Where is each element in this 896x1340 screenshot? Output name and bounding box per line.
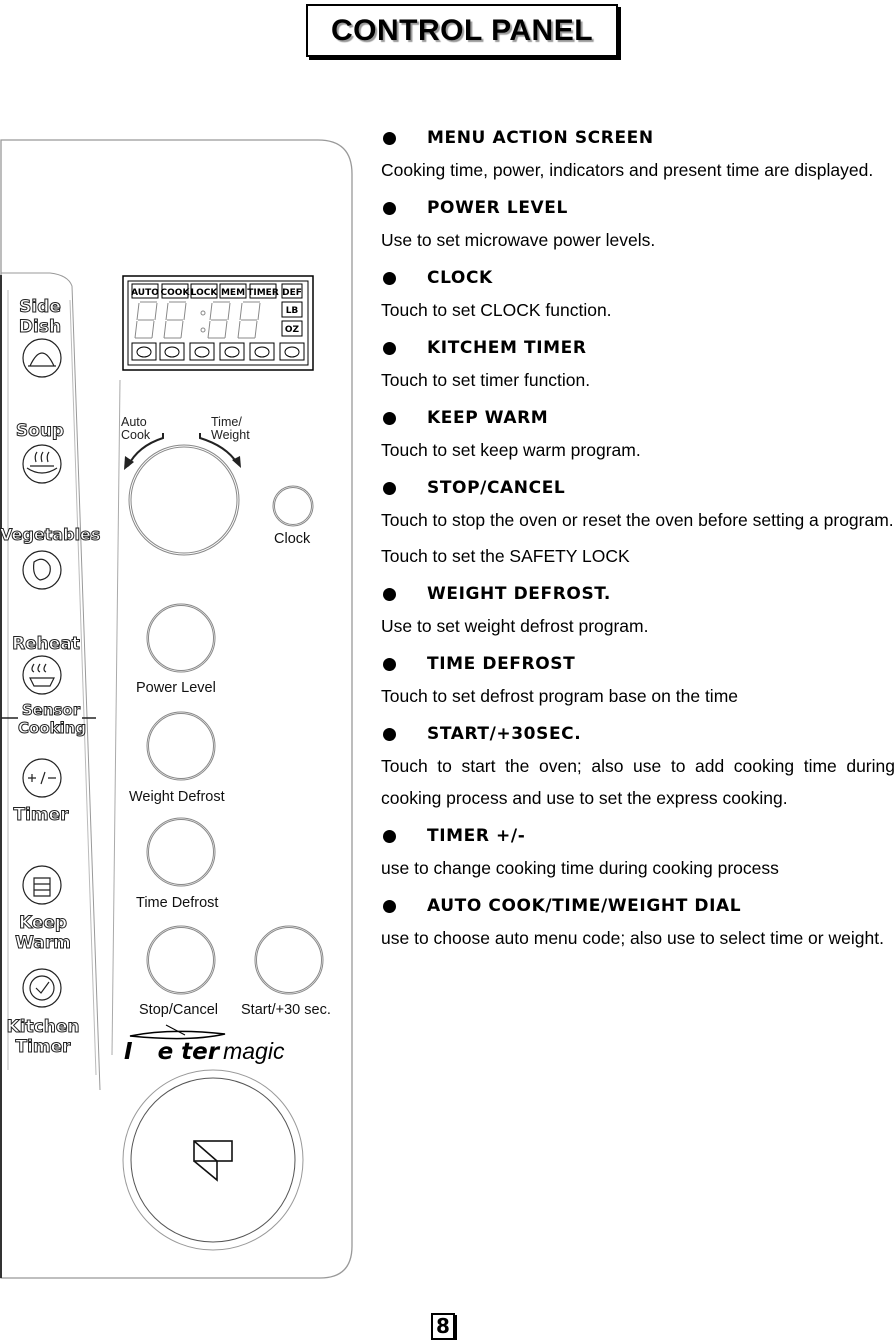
side-dish-button[interactable] [22,338,62,378]
bullet-icon [383,899,396,913]
description-item: WEIGHT DEFROST. Use to set weight defrost… [381,582,895,642]
description-body: Touch to set CLOCK function. [381,300,612,320]
timer-label: Timer [13,805,69,826]
start-30-label: Start/+30 sec. [241,1002,331,1018]
description-item: MENU ACTION SCREEN Cooking time, power, i… [381,126,895,186]
description-heading: KEEP WARM [427,408,549,428]
auto-cook-label: Auto Cook [121,415,151,442]
description-heading-row: CLOCK [381,266,895,290]
description-body: Touch to set the SAFETY LOCK [381,546,630,566]
description-heading: CLOCK [427,268,493,288]
bullet-icon [383,481,396,495]
description-heading-row: STOP/CANCEL [381,476,895,500]
bullet-icon [383,131,396,145]
description-heading: TIMER +/- [427,826,526,846]
kitchen-timer-label: Kitchen Timer [6,1017,80,1058]
description-body: Cooking time, power, indicators and pres… [381,160,874,180]
weight-defrost-label: Weight Defrost [129,789,225,805]
bullet-icon [383,271,396,285]
description-heading: WEIGHT DEFROST. [427,584,611,604]
description-heading: STOP/CANCEL [427,478,566,498]
vegetables-button[interactable] [22,550,62,590]
description-item: AUTO COOK/TIME/WEIGHT DIAL use to choose … [381,894,895,954]
description-heading: POWER LEVEL [427,198,568,218]
lcd-display: AUTO COOK LOCK MEM TIMER DEF LB OZ [122,275,314,371]
description-heading-row: START/+30SEC. [381,722,895,746]
clock-button[interactable] [274,487,312,525]
description-body: Touch to stop the oven or reset the oven… [381,510,894,530]
auto-cook-dial[interactable] [131,447,237,553]
vegetables-label: Vegetables [0,525,101,545]
description-body: Use to set weight defrost program. [381,616,649,636]
reheat-button[interactable] [22,655,62,695]
bullet-icon [383,829,396,843]
lcd-unit-oz: OZ [285,325,300,335]
reheat-label: Reheat [12,634,81,655]
lcd-indicator-def: DEF [282,288,302,298]
description-item: START/+30SEC. Touch to start the oven; al… [381,722,895,814]
soup-button[interactable] [22,444,62,484]
description-heading-row: TIMER +/- [381,824,895,848]
door-open-button[interactable] [123,1070,303,1250]
time-defrost-button[interactable] [147,818,215,886]
lcd-indicator-auto: AUTO [131,288,159,298]
kitchen-timer-button[interactable] [22,967,62,1007]
weight-defrost-button[interactable] [147,712,215,780]
bullet-icon [383,587,396,601]
description-body: Use to set microwave power levels. [381,230,656,250]
description-body: Touch to set defrost program base on the… [381,686,738,706]
keep-warm-button[interactable] [22,865,62,905]
description-item: TIME DEFROST Touch to set defrost program… [381,652,895,712]
bullet-icon [383,727,396,741]
description-body: Touch to set keep warm program. [381,440,641,460]
start-30-button[interactable] [255,926,323,994]
lcd-indicator-cook: COOK [161,288,191,298]
page-number: 8 [431,1313,455,1340]
description-heading-row: AUTO COOK/TIME/WEIGHT DIAL [381,894,895,918]
clock-label: Clock [274,531,311,547]
description-heading-row: WEIGHT DEFROST. [381,582,895,606]
time-defrost-label: Time Defrost [136,895,219,911]
stop-cancel-label: Stop/Cancel [139,1002,218,1018]
side-dish-label: Side Dish [18,297,62,338]
description-body: use to change cooking time during cookin… [381,858,779,878]
description-item: KEEP WARM Touch to set keep warm program. [381,406,895,466]
description-body: Touch to start the oven; also use to add… [381,756,895,808]
keep-warm-label: Keep Warm [15,913,72,954]
description-heading-row: POWER LEVEL [381,196,895,220]
description-body: Touch to set timer function. [381,370,591,390]
lcd-indicator-lock: LOCK [191,288,219,298]
soup-label: Soup [15,421,65,442]
description-heading-row: KEEP WARM [381,406,895,430]
description-item: KITCHEM TIMER Touch to set timer function… [381,336,895,396]
description-item: CLOCK Touch to set CLOCK function. [381,266,895,326]
description-heading: AUTO COOK/TIME/WEIGHT DIAL [427,896,742,916]
description-item: STOP/CANCEL Touch to stop the oven or res… [381,476,895,572]
bullet-icon [383,657,396,671]
description-heading-row: TIME DEFROST [381,652,895,676]
description-heading: START/+30SEC. [427,724,582,744]
bullet-icon [383,341,396,355]
sensor-cooking-label: Sensor Cooking [17,701,87,738]
power-level-button[interactable] [147,604,215,672]
lcd-unit-lb: LB [286,306,299,316]
description-heading: KITCHEM TIMER [427,338,587,358]
description-heading: TIME DEFROST [427,654,576,674]
description-body: use to choose auto menu code; also use t… [381,928,884,948]
description-item: POWER LEVEL Use to set microwave power le… [381,196,895,256]
description-heading-row: KITCHEM TIMER [381,336,895,360]
stop-cancel-button[interactable] [147,926,215,994]
timer-plus-minus-button[interactable] [22,758,62,798]
description-item: TIMER +/- use to change cooking time duri… [381,824,895,884]
time-weight-label: Time/ Weight [211,415,250,442]
description-list: MENU ACTION SCREEN Cooking time, power, i… [381,116,895,954]
description-heading: MENU ACTION SCREEN [427,128,654,148]
bullet-icon [383,411,396,425]
power-level-label: Power Level [136,680,216,696]
description-heading-row: MENU ACTION SCREEN [381,126,895,150]
bullet-icon [383,201,396,215]
lcd-indicator-mem: MEM [221,288,245,298]
lcd-indicator-timer: TIMER [247,288,279,298]
brand-logo: I e ter magic [124,1038,285,1065]
